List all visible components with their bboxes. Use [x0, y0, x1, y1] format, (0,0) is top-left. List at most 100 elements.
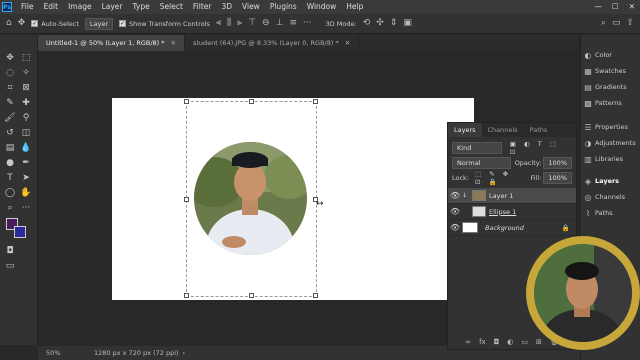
fill-field[interactable]: 100% [543, 171, 572, 184]
workspace-icon[interactable]: ▭ [612, 19, 621, 28]
align-middle-icon[interactable]: ⊖ [262, 19, 270, 28]
close-icon[interactable]: ✕ [345, 39, 350, 47]
tab-untitled-1[interactable]: Untitled-1 @ 50% (Layer 1, RGB/8) * ✕ [38, 35, 185, 51]
fx-icon[interactable]: fx [479, 338, 486, 346]
frame-tool-icon[interactable]: ⊠ [19, 82, 33, 94]
menu-window[interactable]: Window [302, 0, 342, 14]
layer-name[interactable]: Ellipse 1 [489, 208, 516, 216]
3d-orbit-icon[interactable]: ⟲ [363, 19, 371, 28]
menu-plugins[interactable]: Plugins [265, 0, 302, 14]
menu-filter[interactable]: Filter [188, 0, 217, 14]
visibility-eye-icon[interactable]: 👁 [448, 191, 462, 200]
tab-paths[interactable]: Paths [524, 123, 554, 137]
move-tool-icon[interactable]: ✥ [3, 52, 17, 64]
search-icon[interactable]: ⌕ [601, 19, 606, 28]
zoom-level[interactable]: 50% [46, 349, 86, 357]
home-icon[interactable]: ⌂ [6, 19, 12, 28]
menu-view[interactable]: View [237, 0, 265, 14]
menu-image[interactable]: Image [63, 0, 97, 14]
align-top-icon[interactable]: ⊤ [248, 19, 256, 28]
eyedropper-icon[interactable]: ✎ [3, 97, 17, 109]
dock-adjustments[interactable]: ◑ Adjustments [581, 136, 640, 150]
menu-file[interactable]: File [16, 0, 39, 14]
menu-help[interactable]: Help [341, 0, 368, 14]
blend-mode-dropdown[interactable]: Normal [452, 156, 511, 169]
mask-icon[interactable]: ◘ [494, 338, 500, 346]
dodge-tool-icon[interactable]: ● [3, 157, 17, 169]
transform-handle[interactable] [313, 99, 318, 104]
transform-controls-checkbox[interactable]: ✓ Show Transform Controls [119, 20, 210, 28]
3d-pan-icon[interactable]: ✣ [376, 19, 384, 28]
dock-layers[interactable]: ◈ Layers [581, 174, 640, 188]
tab-student-jpg[interactable]: student (64).JPG @ 8.33% (Layer 0, RGB/8… [184, 35, 360, 51]
history-brush-icon[interactable]: ↺ [3, 127, 17, 139]
dock-libraries[interactable]: ▥ Libraries [581, 152, 640, 166]
ellipse-tool-icon[interactable]: ◯ [3, 187, 17, 199]
opacity-field[interactable]: 100% [543, 156, 572, 169]
healing-brush-icon[interactable]: ✚ [19, 97, 33, 109]
brush-tool-icon[interactable]: 🖌 [3, 112, 17, 124]
layer-row-background[interactable]: 👁 Background 🔒 [448, 220, 576, 236]
menu-type[interactable]: Type [128, 0, 155, 14]
dock-channels[interactable]: ◎ Channels [581, 190, 640, 204]
hand-tool-icon[interactable]: ✋ [19, 187, 33, 199]
magic-wand-icon[interactable]: ✧ [19, 67, 33, 79]
align-right-icon[interactable]: ⫸ [237, 19, 242, 28]
transform-handle[interactable] [249, 293, 254, 298]
link-icon[interactable]: ∞ [465, 338, 471, 346]
align-left-icon[interactable]: ⫷ [216, 19, 221, 28]
transform-bounding-box[interactable] [184, 99, 318, 298]
transform-handle[interactable] [184, 197, 189, 202]
move-tool-icon[interactable]: ✥ [18, 19, 26, 28]
lock-icons[interactable]: ⬚ ✎ ✥ ⊡ 🔒 [475, 170, 525, 186]
align-bottom-icon[interactable]: ⊥ [276, 19, 284, 28]
type-tool-icon[interactable]: T [3, 172, 17, 184]
pen-tool-icon[interactable]: ✒ [19, 157, 33, 169]
quick-mask-icon[interactable]: ◘ [3, 245, 17, 257]
transform-handle[interactable] [313, 293, 318, 298]
dock-properties[interactable]: ☰ Properties [581, 120, 640, 134]
layer-name[interactable]: Background [485, 224, 524, 232]
dock-color[interactable]: ◐ Color [581, 48, 640, 62]
share-icon[interactable]: ⇪ [626, 19, 634, 28]
dock-gradients[interactable]: ▤ Gradients [581, 80, 640, 94]
lasso-tool-icon[interactable]: ◌ [3, 67, 17, 79]
layer-row-ellipse-1[interactable]: 👁 Ellipse 1 [448, 204, 576, 220]
auto-select-target-dropdown[interactable]: Layer [84, 17, 114, 30]
layer-row-layer-1[interactable]: 👁 ↓ Layer 1 [448, 188, 576, 204]
align-center-icon[interactable]: ⫼ [227, 19, 231, 28]
distribute-icon[interactable]: ≡ [289, 19, 297, 28]
adjustment-icon[interactable]: ◐ [507, 338, 513, 346]
artboard-tool-icon[interactable]: ⬚ [19, 52, 33, 64]
new-layer-icon[interactable]: ⊞ [536, 338, 542, 346]
menu-3d[interactable]: 3D [216, 0, 237, 14]
3d-camera-icon[interactable]: ▣ [403, 19, 412, 28]
close-icon[interactable]: ✕ [171, 39, 176, 47]
transform-handle[interactable] [184, 293, 189, 298]
auto-select-checkbox[interactable]: ✓ Auto-Select [31, 20, 79, 28]
menu-layer[interactable]: Layer [97, 0, 128, 14]
dock-patterns[interactable]: ▩ Patterns [581, 96, 640, 110]
background-color-swatch[interactable] [14, 226, 26, 238]
layer-filter-dropdown[interactable]: Kind [452, 141, 502, 154]
transform-handle[interactable] [184, 99, 189, 104]
maximize-icon[interactable]: ☐ [607, 0, 624, 14]
menu-select[interactable]: Select [155, 0, 188, 14]
3d-slide-icon[interactable]: ⇕ [390, 19, 398, 28]
filter-icons[interactable]: ▣ ◐ T ⬚ ⊡ [510, 140, 572, 156]
status-arrow-icon[interactable]: › [183, 349, 186, 357]
dock-paths[interactable]: ⌇ Paths [581, 206, 640, 220]
clone-stamp-icon[interactable]: ⚲ [19, 112, 33, 124]
tab-channels[interactable]: Channels [482, 123, 524, 137]
transform-handle[interactable] [249, 99, 254, 104]
more-options-icon[interactable]: ··· [303, 19, 312, 28]
layer-name[interactable]: Layer 1 [489, 192, 513, 200]
blur-tool-icon[interactable]: 💧 [19, 142, 33, 154]
zoom-tool-icon[interactable]: ⌕ [3, 202, 17, 214]
visibility-eye-icon[interactable]: 👁 [448, 207, 462, 216]
eraser-icon[interactable]: ◫ [19, 127, 33, 139]
crop-tool-icon[interactable]: ⌗ [3, 82, 17, 94]
dock-swatches[interactable]: ▦ Swatches [581, 64, 640, 78]
path-selection-icon[interactable]: ➤ [19, 172, 33, 184]
close-icon[interactable]: ✕ [624, 0, 640, 14]
